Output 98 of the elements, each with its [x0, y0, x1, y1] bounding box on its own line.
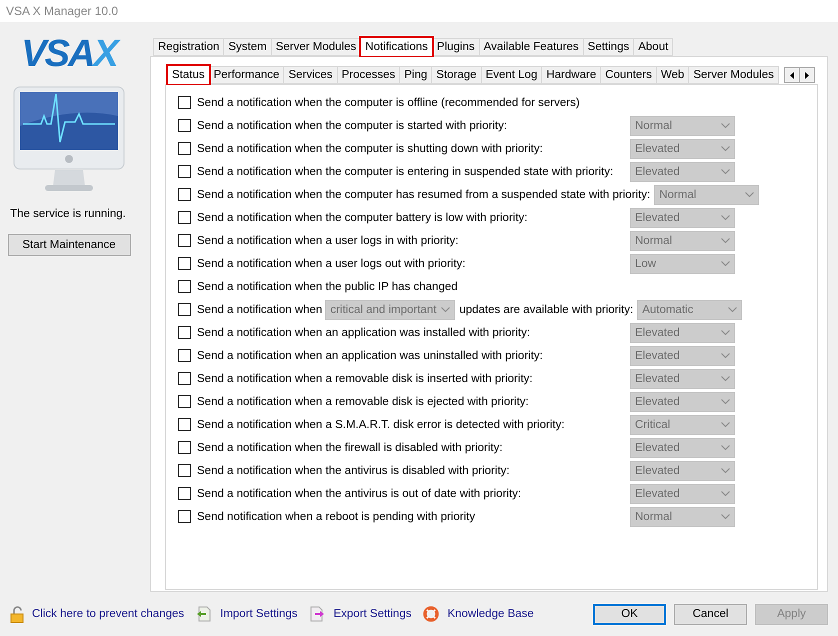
- tab[interactable]: Plugins: [432, 38, 480, 56]
- chevron-icon: [721, 146, 730, 152]
- tab[interactable]: Performance: [208, 66, 284, 84]
- checkbox[interactable]: [178, 142, 191, 155]
- notification-label: Send a notification when a S.M.A.R.T. disk error is detected with priority:: [197, 418, 565, 430]
- chevron-icon: [721, 238, 730, 244]
- chevron-icon: [721, 122, 730, 128]
- tab[interactable]: Server Modules: [270, 38, 362, 56]
- dialog-button[interactable]: OK: [593, 604, 666, 624]
- document-arrow-icon: [196, 606, 212, 622]
- checkbox[interactable]: [178, 257, 191, 270]
- checkbox[interactable]: [178, 119, 191, 132]
- footer-link[interactable]: Click here to prevent changes: [10, 606, 184, 622]
- logo: VSAX: [21, 36, 117, 72]
- tab[interactable]: Notifications: [360, 37, 433, 56]
- notification-label: Send a notification when a removable disk is ejected with priority:: [197, 396, 529, 408]
- tab[interactable]: Registration: [153, 38, 224, 56]
- service-status: The service is running.: [10, 208, 126, 220]
- tab[interactable]: About: [633, 38, 674, 56]
- notification-label: Send a notification when the firewall is disabled with priority:: [197, 442, 503, 454]
- notification-label: Send a notification when the public IP has changed: [197, 280, 458, 292]
- chevron-icon: [728, 306, 738, 312]
- checkbox[interactable]: [178, 326, 191, 339]
- footer-link[interactable]: Export Settings: [309, 606, 412, 622]
- notification-label: Send a notification when: [197, 304, 322, 316]
- notification-label: Send a notification when the computer is entering in suspended state with priority:: [197, 166, 614, 178]
- link-label: Export Settings: [333, 608, 412, 620]
- tab[interactable]: Services: [283, 66, 338, 84]
- chevron-icon: [721, 214, 730, 220]
- chevron-icon: [721, 490, 730, 496]
- checkbox[interactable]: [178, 510, 191, 523]
- tab[interactable]: Processes: [336, 66, 400, 84]
- chevron-icon: [721, 468, 730, 474]
- chevron-icon: [721, 168, 730, 174]
- left-arrow-icon: [790, 72, 794, 78]
- chevron-icon: [745, 192, 754, 198]
- chevron-icon: [721, 376, 730, 382]
- dialog-button[interactable]: Cancel: [674, 604, 747, 624]
- notification-label: Send a notification when the antivirus is disabled with priority:: [197, 464, 510, 476]
- notification-label: Send a notification when the antivirus is out of date with priority:: [197, 488, 522, 500]
- notification-label: Send a notification when the computer has resumed from a suspended state with priority:: [197, 188, 650, 200]
- notification-label: Send a notification when the computer is offline (recommended for servers): [197, 96, 580, 108]
- notification-label: Send a notification when a removable disk is inserted with priority:: [197, 372, 533, 384]
- notification-label: Send a notification when the computer is shutting down with priority:: [197, 142, 543, 154]
- checkbox[interactable]: [178, 418, 191, 431]
- notification-label: Send a notification when an application was uninstalled with priority:: [197, 350, 543, 362]
- checkbox[interactable]: [178, 280, 191, 293]
- right-arrow-icon: [804, 72, 809, 78]
- checkbox[interactable]: [178, 395, 191, 408]
- tab[interactable]: Hardware: [541, 66, 602, 84]
- notification-label: Send a notification when a user logs in with priority:: [197, 234, 458, 246]
- tab[interactable]: Status: [167, 65, 210, 84]
- tab[interactable]: Server Modules: [688, 66, 779, 84]
- tab[interactable]: Settings: [582, 38, 634, 56]
- checkbox[interactable]: [178, 464, 191, 477]
- chevron-icon: [721, 422, 730, 428]
- checkbox[interactable]: [178, 188, 191, 201]
- checkbox[interactable]: [178, 487, 191, 500]
- notification-label: updates are available with priority:: [459, 304, 634, 316]
- chevron-icon: [721, 352, 730, 358]
- tab[interactable]: System: [223, 38, 272, 56]
- chevron-icon: [721, 330, 730, 336]
- tab[interactable]: Event Log: [480, 66, 542, 84]
- tab[interactable]: Ping: [399, 66, 432, 84]
- chevron-icon: [721, 514, 730, 520]
- footer-link[interactable]: Import Settings: [196, 606, 298, 622]
- checkbox[interactable]: [178, 441, 191, 454]
- tab[interactable]: Counters: [600, 66, 657, 84]
- chevron-icon: [441, 306, 450, 312]
- tab[interactable]: Storage: [431, 66, 482, 84]
- notification-label: Send a notification when the computer is started with priority:: [197, 120, 508, 132]
- checkbox[interactable]: [178, 303, 191, 316]
- window-title: VSA X Manager 10.0: [6, 4, 118, 18]
- tab[interactable]: Available Features: [478, 38, 584, 56]
- chevron-icon: [721, 260, 730, 266]
- footer-link[interactable]: Knowledge Base: [423, 606, 534, 622]
- checkbox[interactable]: [178, 372, 191, 385]
- link-label: Import Settings: [220, 608, 298, 620]
- start-maintenance-button[interactable]: Start Maintenance: [8, 234, 130, 256]
- link-label: Click here to prevent changes: [32, 608, 184, 620]
- notification-label: Send a notification when the computer battery is low with priority:: [197, 212, 528, 224]
- checkbox[interactable]: [178, 234, 191, 247]
- scroll-left-button[interactable]: [784, 67, 800, 83]
- padlock-icon: [10, 606, 24, 622]
- checkbox[interactable]: [178, 96, 191, 109]
- tab[interactable]: Web: [656, 66, 690, 84]
- chevron-icon: [721, 398, 730, 404]
- checkbox[interactable]: [178, 349, 191, 362]
- document-arrow-icon: [309, 606, 326, 622]
- scroll-right-button[interactable]: [798, 67, 815, 83]
- chevron-icon: [721, 444, 730, 450]
- lifebuoy-icon: [423, 606, 440, 622]
- notification-label: Send notification when a reboot is pending with priority: [197, 510, 476, 522]
- notification-label: Send a notification when an application was installed with priority:: [197, 326, 530, 338]
- link-label: Knowledge Base: [447, 608, 534, 620]
- checkbox[interactable]: [178, 211, 191, 224]
- notification-label: Send a notification when a user logs out with priority:: [197, 258, 466, 270]
- checkbox[interactable]: [178, 165, 191, 178]
